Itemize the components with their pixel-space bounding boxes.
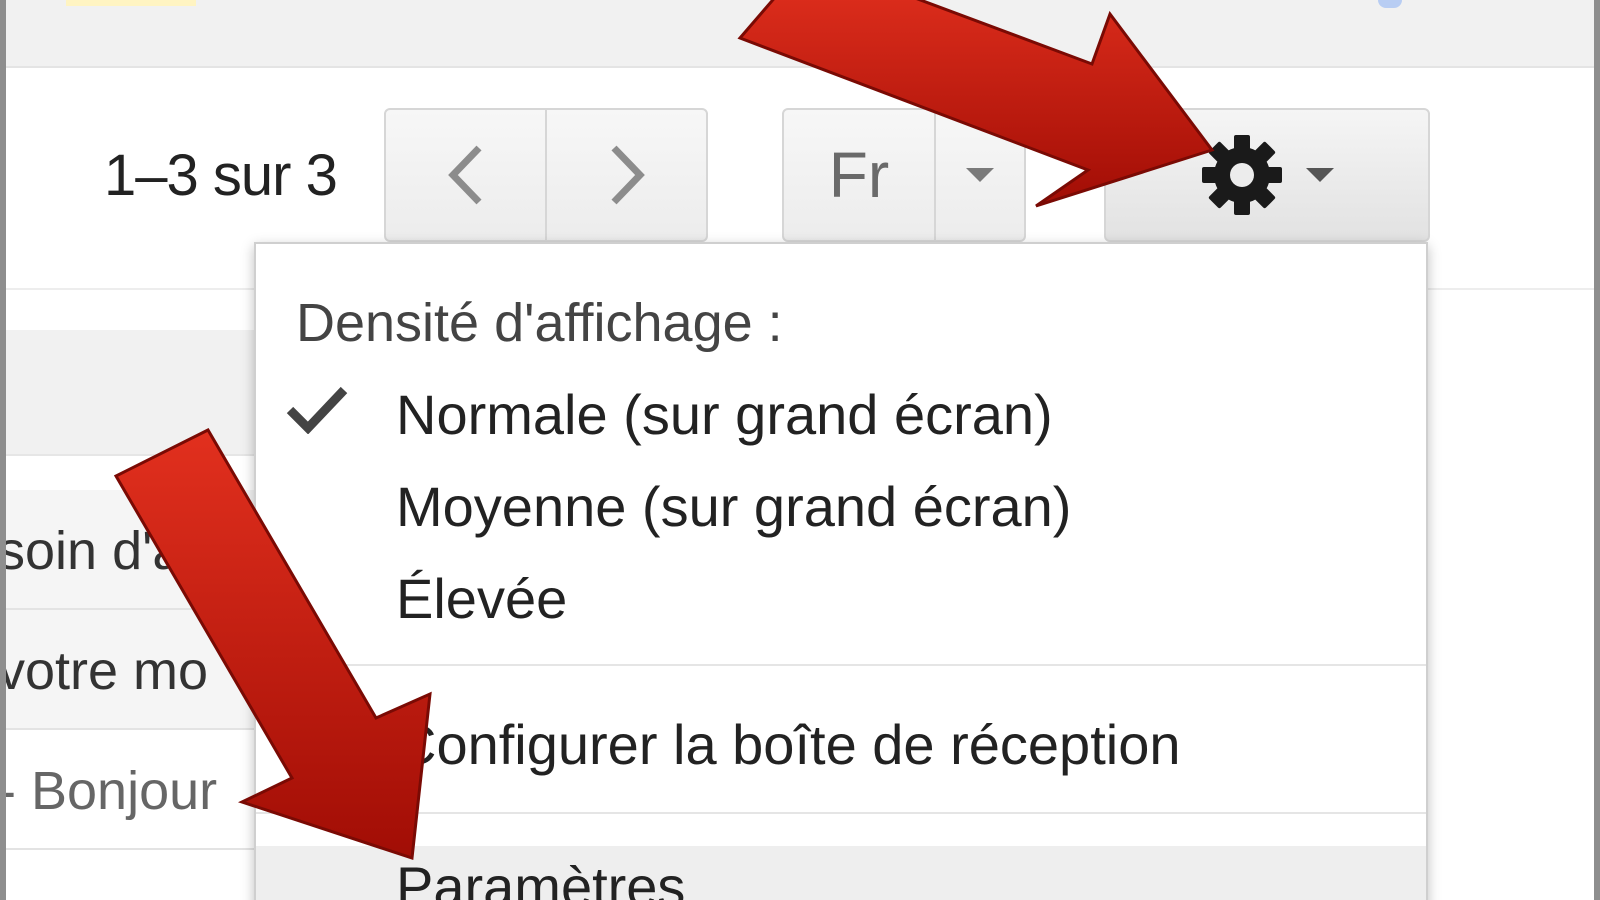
check-icon	[286, 386, 348, 434]
header-avatar-hint	[1378, 0, 1402, 8]
email-list: soin d'a votre mo - Bonjour	[6, 330, 266, 900]
caret-down-icon	[1306, 168, 1334, 182]
caret-down-icon	[966, 168, 994, 182]
display-density-heading: Densité d'affichage :	[296, 293, 783, 353]
email-snippet: - Bonjour	[6, 761, 218, 821]
density-high-option[interactable]: Élevée	[396, 566, 567, 631]
email-row[interactable]: - Bonjour	[6, 730, 266, 850]
chevron-right-icon	[610, 145, 645, 205]
top-header-band	[6, 0, 1594, 68]
page-counter: 1–3 sur 3	[104, 143, 338, 208]
chevron-left-icon	[447, 145, 482, 205]
settings-option[interactable]: Paramètres	[256, 846, 1426, 900]
header-highlight	[66, 0, 196, 6]
gmail-screen: 1–3 sur 3 Fr soin d'a votre mo - Bonjour…	[0, 0, 1600, 900]
settings-button-group	[1104, 108, 1430, 242]
email-row[interactable]: soin d'a	[6, 490, 266, 610]
settings-dropdown-menu: Densité d'affichage : Normale (sur grand…	[254, 242, 1428, 900]
menu-divider	[256, 812, 1426, 814]
settings-gear-button[interactable]	[1106, 110, 1428, 240]
menu-divider	[256, 664, 1426, 666]
pagination-buttons	[384, 108, 708, 242]
window-right-border	[1594, 0, 1600, 900]
density-normal-option[interactable]: Normale (sur grand écran)	[396, 382, 1053, 447]
language-dropdown-button[interactable]	[934, 110, 1024, 240]
language-button[interactable]: Fr	[784, 110, 934, 240]
settings-option-label: Paramètres	[396, 855, 686, 900]
email-row[interactable]: votre mo	[6, 610, 266, 730]
email-list-header	[6, 330, 266, 456]
previous-page-button[interactable]	[386, 110, 545, 240]
density-medium-option[interactable]: Moyenne (sur grand écran)	[396, 474, 1071, 539]
next-page-button[interactable]	[545, 110, 706, 240]
email-snippet: soin d'a	[6, 521, 183, 581]
email-snippet: votre mo	[6, 641, 209, 701]
gear-icon	[1202, 135, 1282, 215]
input-tools-buttons: Fr	[782, 108, 1026, 242]
configure-inbox-option[interactable]: Configurer la boîte de réception	[396, 712, 1181, 777]
